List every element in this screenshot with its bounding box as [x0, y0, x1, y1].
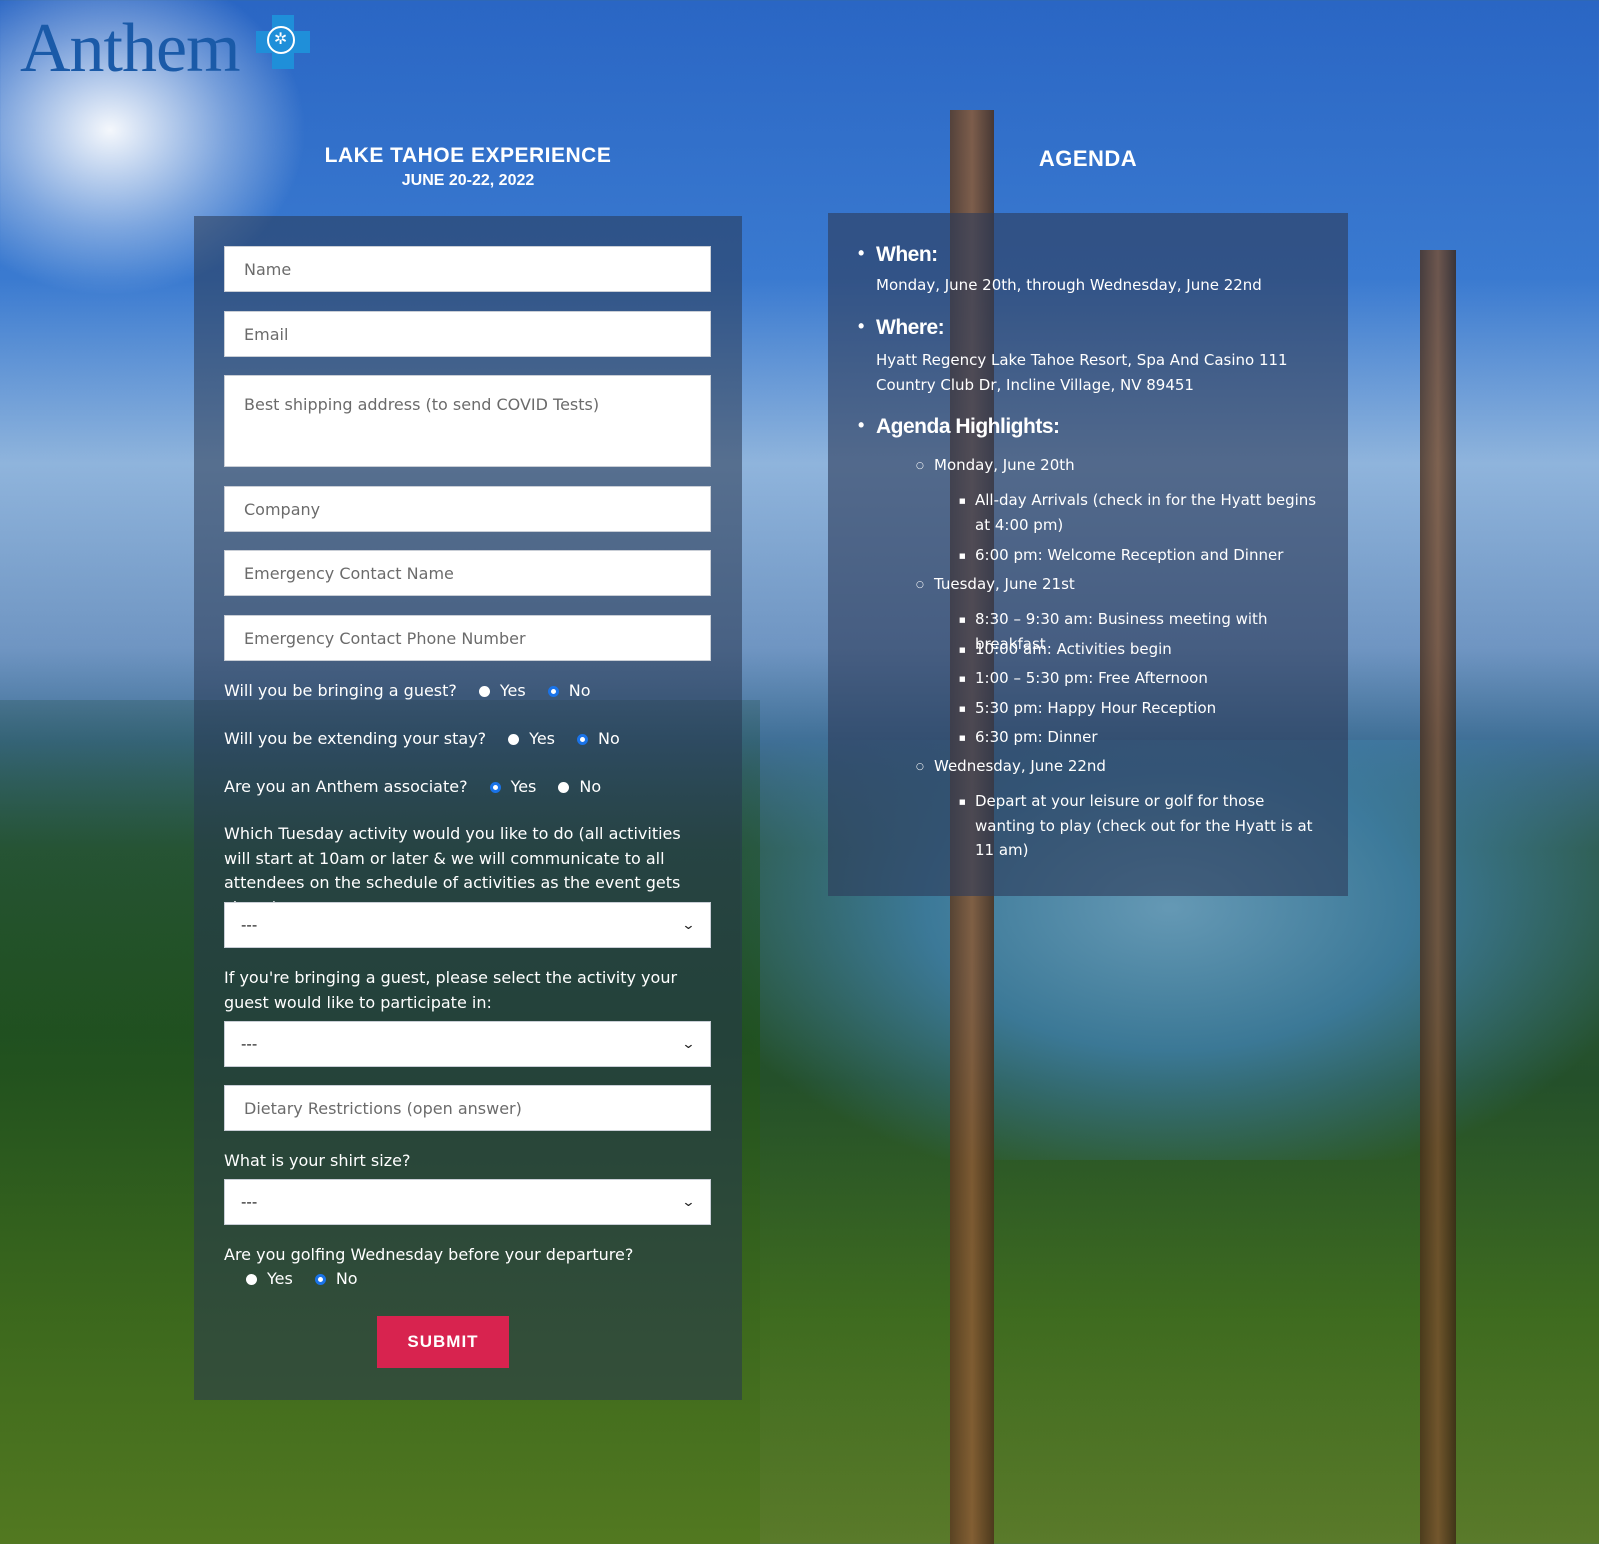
- where-line-2: Country Club Dr, Incline Village, NV 894…: [876, 375, 1194, 394]
- shirt-size-value: ---: [241, 1193, 258, 1211]
- golf-question: Are you golfing Wednesday before your de…: [224, 1245, 634, 1264]
- extend-no-radio[interactable]: [577, 733, 588, 745]
- event-dates: JUNE 20-22, 2022: [401, 172, 535, 189]
- agenda-when: When: Monday, June 20th, through Wednesd…: [876, 243, 1262, 298]
- submit-button[interactable]: SUBMIT: [377, 1316, 509, 1368]
- emergency-contact-name-input[interactable]: Emergency Contact Name: [224, 550, 711, 596]
- anthem-logo[interactable]: Anthem ✲: [20, 14, 310, 84]
- logo-text: Anthem: [20, 10, 241, 87]
- company-input[interactable]: Company: [224, 486, 711, 532]
- agenda-item: 1:00 – 5:30 pm: Free Afternoon: [959, 666, 1325, 691]
- extend-question: Will you be extending your stay? Yes No: [224, 727, 630, 752]
- associate-no-option[interactable]: No: [558, 775, 611, 800]
- guest-question: Will you be bringing a guest? Yes No: [224, 679, 601, 704]
- guest-activity-select[interactable]: --- ⌄: [224, 1021, 711, 1067]
- when-text: Monday, June 20th, through Wednesday, Ju…: [876, 276, 1262, 294]
- emergency-phone-placeholder: Emergency Contact Phone Number: [244, 628, 526, 648]
- address-placeholder: Best shipping address (to send COVID Tes…: [244, 395, 600, 414]
- shirt-size-question: What is your shirt size?: [224, 1151, 411, 1170]
- associate-yes-label: Yes: [510, 777, 537, 796]
- golf-no-option[interactable]: No: [314, 1267, 368, 1292]
- golf-yes-option[interactable]: Yes: [246, 1267, 303, 1292]
- associate-question: Are you an Anthem associate? Yes No: [224, 775, 611, 800]
- agenda-item: 5:30 pm: Happy Hour Reception: [959, 696, 1325, 721]
- extend-no-option[interactable]: No: [577, 727, 630, 752]
- agenda-title: AGENDA: [1038, 146, 1138, 171]
- guest-no-option[interactable]: No: [547, 679, 601, 704]
- guest-yes-option[interactable]: Yes: [478, 679, 536, 704]
- event-title: LAKE TAHOE EXPERIENCE: [324, 144, 612, 167]
- golf-no-radio[interactable]: [314, 1273, 326, 1285]
- emergency-name-placeholder: Emergency Contact Name: [244, 563, 454, 583]
- agenda-item: All-day Arrivals (check in for the Hyatt…: [959, 488, 1325, 537]
- agenda-day: Wednesday, June 22nd: [916, 757, 1106, 775]
- agenda-item: 6:00 pm: Welcome Reception and Dinner: [959, 543, 1325, 568]
- shirt-size-select[interactable]: --- ⌄: [224, 1179, 711, 1225]
- guest-activity-question: If you're bringing a guest, please selec…: [224, 968, 678, 1012]
- agenda-day: Tuesday, June 21st: [916, 575, 1075, 593]
- extend-no-label: No: [598, 729, 620, 748]
- guest-no-radio[interactable]: [547, 685, 559, 697]
- associate-question-label: Are you an Anthem associate?: [224, 777, 468, 796]
- agenda-item: Depart at your leisure or golf for those…: [959, 789, 1325, 863]
- extend-yes-option[interactable]: Yes: [508, 727, 565, 752]
- chevron-down-icon: ⌄: [681, 917, 696, 933]
- associate-no-label: No: [579, 777, 602, 796]
- agenda-highlights: Agenda Highlights:: [876, 415, 1060, 439]
- associate-yes-option[interactable]: Yes: [489, 775, 547, 800]
- guest-no-label: No: [568, 681, 591, 700]
- email-input[interactable]: Email: [224, 311, 711, 357]
- company-placeholder: Company: [244, 499, 321, 519]
- blue-cross-icon: ✲: [255, 15, 310, 69]
- tuesday-activity-select[interactable]: --- ⌄: [224, 902, 711, 948]
- where-label: Where:: [876, 316, 1288, 340]
- name-input[interactable]: Name: [224, 246, 711, 292]
- guest-activity-value: ---: [241, 1035, 258, 1053]
- golf-yes-label: Yes: [267, 1269, 293, 1288]
- golf-options: Yes No: [224, 1267, 368, 1292]
- agenda-panel: When: Monday, June 20th, through Wednesd…: [828, 213, 1348, 896]
- dietary-placeholder: Dietary Restrictions (open answer): [244, 1098, 522, 1118]
- agenda-item: 10:00 am: Activities begin: [959, 637, 1325, 662]
- tuesday-activity-value: ---: [241, 916, 258, 934]
- guest-yes-radio[interactable]: [478, 685, 490, 697]
- extend-yes-label: Yes: [529, 729, 555, 748]
- agenda-item: 6:30 pm: Dinner: [959, 725, 1325, 750]
- associate-yes-radio[interactable]: [489, 781, 501, 793]
- golf-no-label: No: [335, 1269, 358, 1288]
- email-placeholder: Email: [244, 324, 289, 344]
- event-heading: LAKE TAHOE EXPERIENCE JUNE 20-22, 2022: [194, 144, 742, 190]
- chevron-down-icon: ⌄: [681, 1036, 696, 1052]
- when-label: When:: [876, 243, 1262, 267]
- highlights-label: Agenda Highlights:: [876, 415, 1060, 439]
- golf-yes-radio[interactable]: [246, 1273, 257, 1285]
- background-tree: [1420, 250, 1456, 1544]
- extend-yes-radio[interactable]: [508, 733, 520, 745]
- where-line-1: Hyatt Regency Lake Tahoe Resort, Spa And…: [876, 351, 1288, 369]
- name-placeholder: Name: [244, 259, 292, 279]
- extend-question-label: Will you be extending your stay?: [224, 729, 487, 748]
- chevron-down-icon: ⌄: [681, 1194, 696, 1210]
- agenda-where: Where: Hyatt Regency Lake Tahoe Resort, …: [876, 316, 1288, 397]
- guest-question-label: Will you be bringing a guest?: [224, 681, 457, 700]
- agenda-day: Monday, June 20th: [916, 456, 1075, 474]
- associate-no-radio[interactable]: [558, 781, 570, 793]
- shipping-address-textarea[interactable]: Best shipping address (to send COVID Tes…: [224, 375, 711, 467]
- guest-yes-label: Yes: [499, 681, 526, 700]
- dietary-restrictions-input[interactable]: Dietary Restrictions (open answer): [224, 1085, 711, 1131]
- emergency-contact-phone-input[interactable]: Emergency Contact Phone Number: [224, 615, 711, 661]
- where-text: Hyatt Regency Lake Tahoe Resort, Spa And…: [876, 348, 1288, 397]
